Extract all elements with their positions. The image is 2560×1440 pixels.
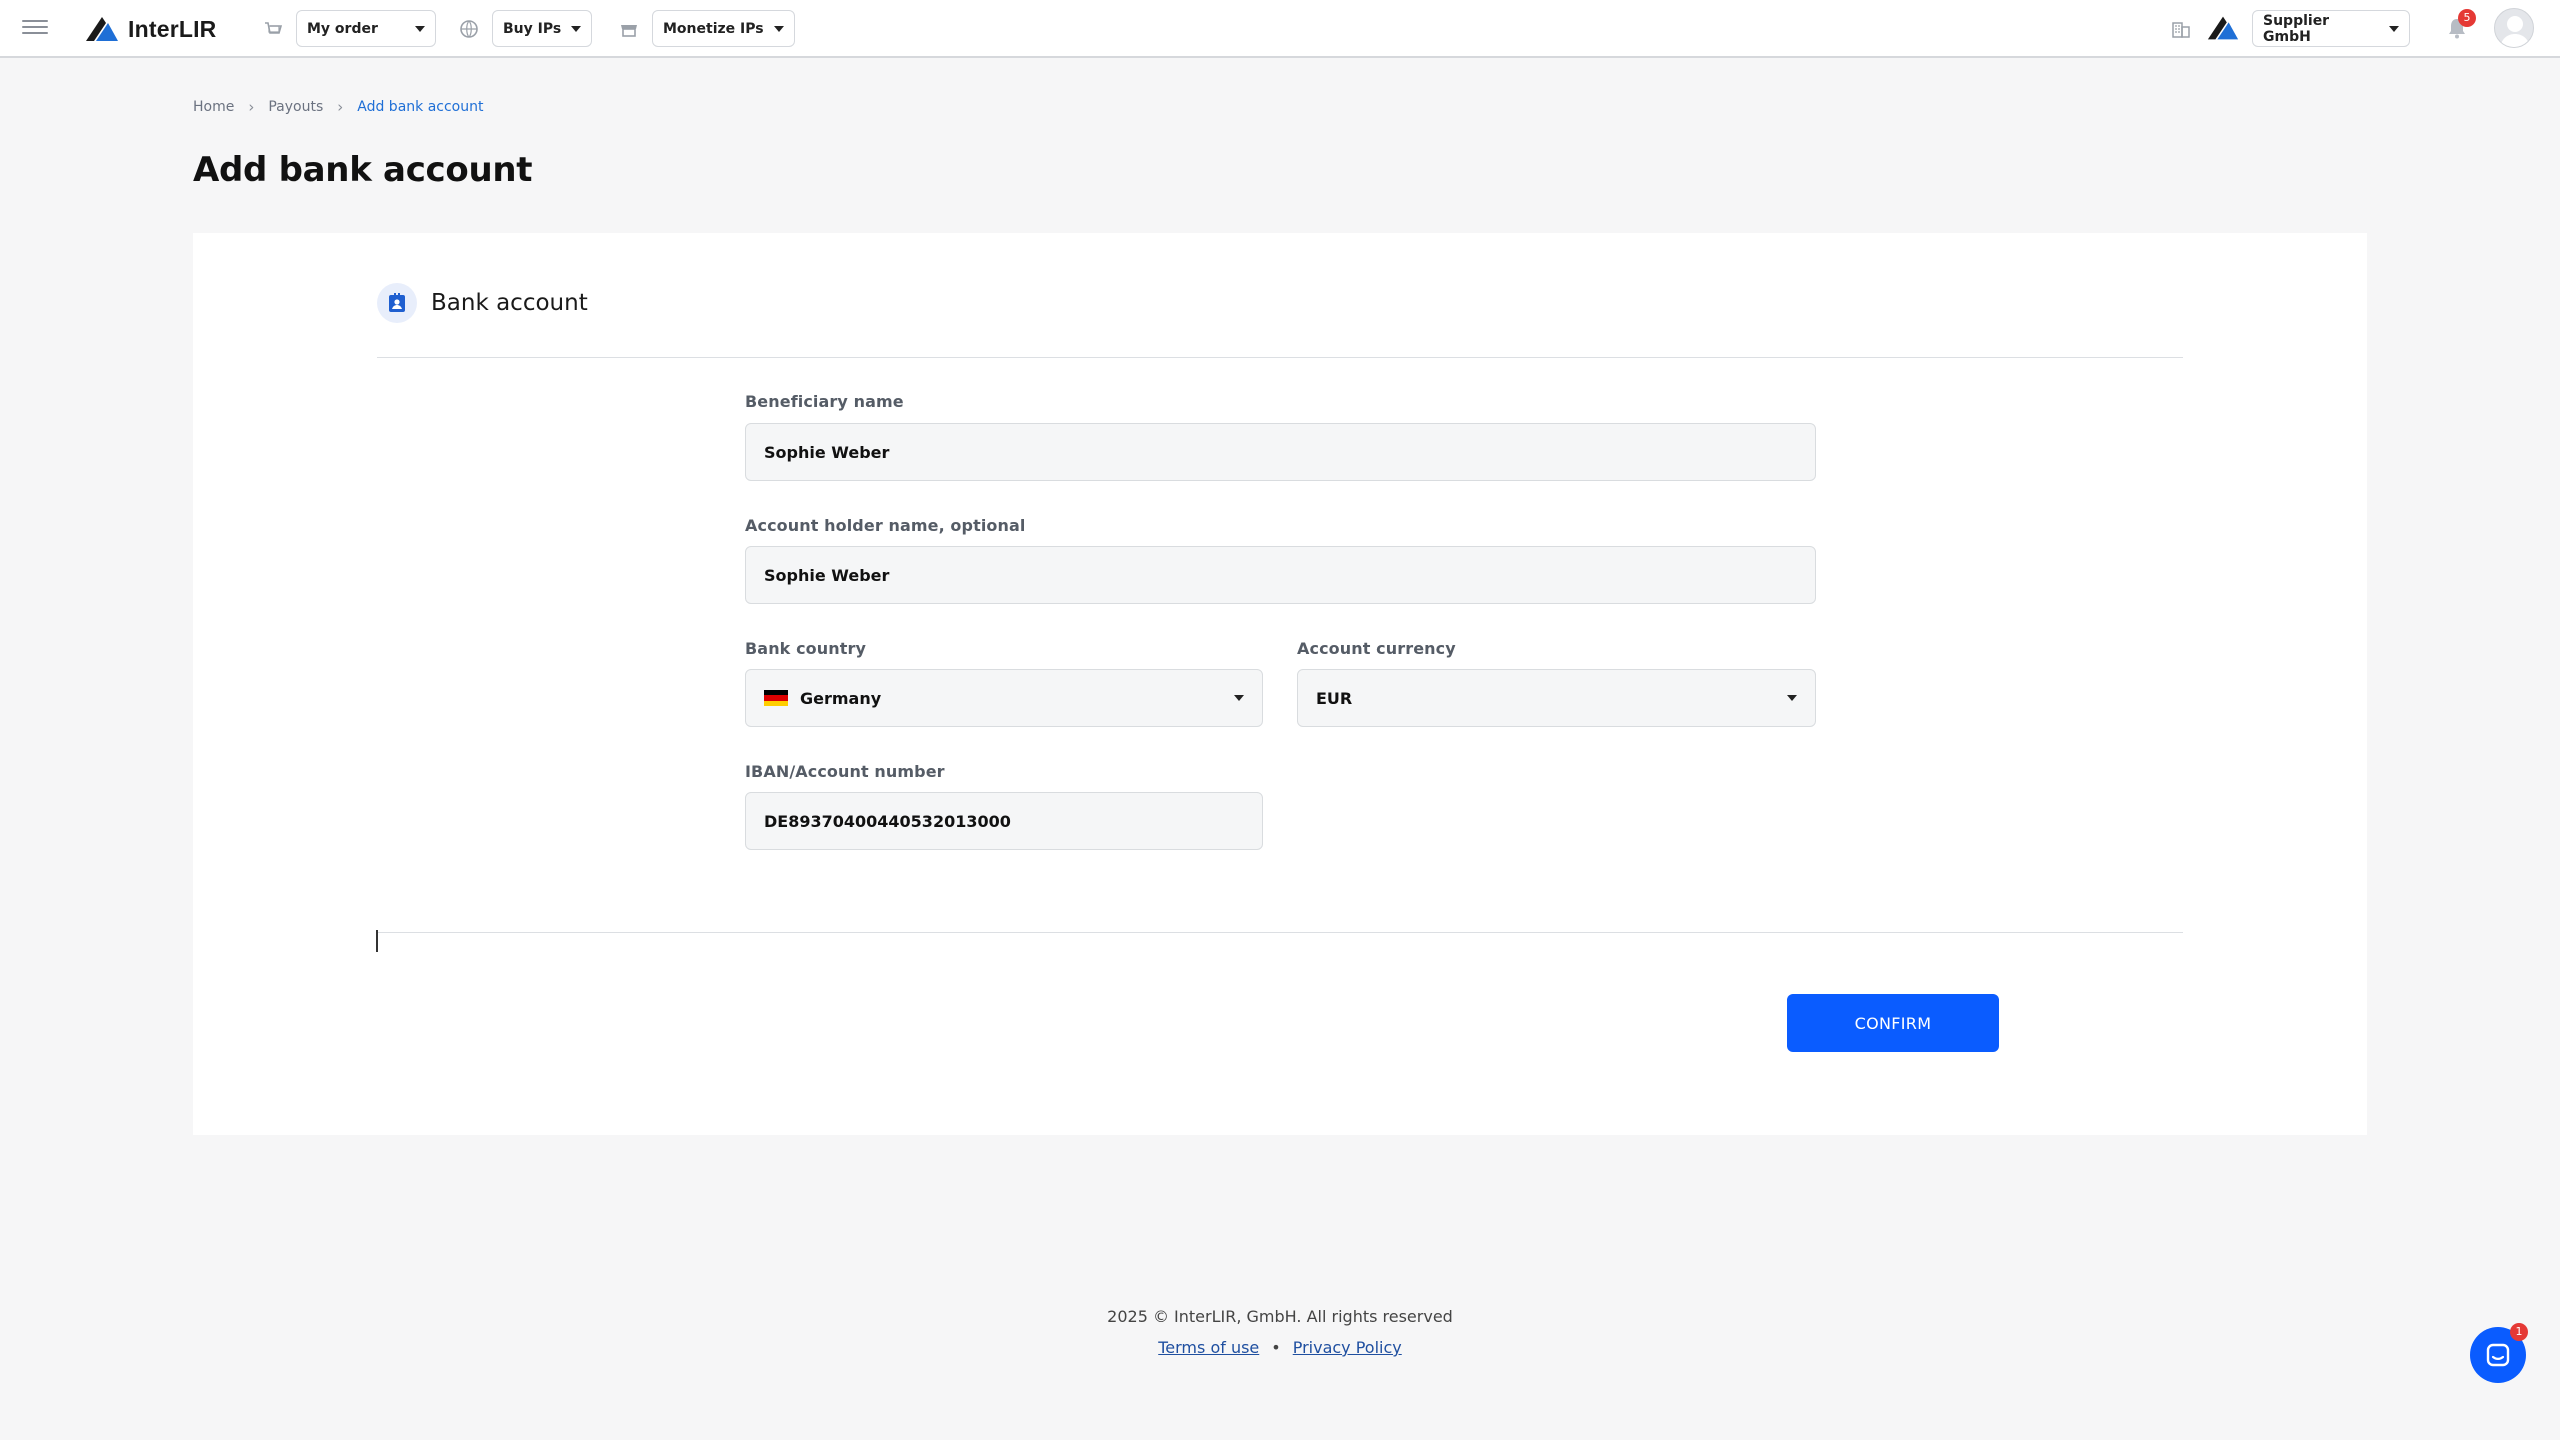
- chevron-down-icon: [1234, 695, 1244, 701]
- chevron-down-icon: [415, 25, 425, 32]
- buy-ips-label: Buy IPs: [503, 20, 562, 37]
- my-order-dropdown[interactable]: My order: [296, 10, 436, 47]
- bank-country-label: Bank country: [745, 639, 867, 658]
- iban-value: DE89370400440532013000: [764, 811, 1011, 831]
- company-logo-icon: [2206, 14, 2240, 46]
- copyright-text: 2025 © InterLIR, GmbH. All rights reserv…: [1107, 1307, 1453, 1326]
- chat-badge: 1: [2510, 1323, 2528, 1341]
- divider: [377, 932, 2183, 933]
- monetize-ips-label: Monetize IPs: [663, 20, 764, 37]
- bank-account-card: Bank account Beneficiary name Sophie Web…: [193, 233, 2367, 1135]
- chevron-down-icon: [1787, 695, 1797, 701]
- breadcrumb-payouts[interactable]: Payouts: [268, 99, 323, 115]
- cart-icon: [262, 18, 284, 40]
- iban-label: IBAN/Account number: [745, 762, 945, 781]
- germany-flag-icon: [764, 690, 788, 706]
- text-cursor: [376, 930, 378, 952]
- breadcrumb: Home › Payouts › Add bank account: [193, 98, 483, 116]
- terms-link[interactable]: Terms of use: [1158, 1338, 1259, 1357]
- section-header: Bank account: [377, 283, 588, 323]
- account-holder-label: Account holder name, optional: [745, 516, 1026, 535]
- account-currency-select[interactable]: EUR: [1297, 669, 1816, 727]
- beneficiary-input[interactable]: Sophie Weber: [745, 423, 1816, 481]
- page-title: Add bank account: [193, 150, 533, 190]
- company-name: Supplier GmbH: [2263, 12, 2330, 45]
- company-dropdown[interactable]: Supplier GmbH: [2252, 10, 2410, 47]
- account-currency-label: Account currency: [1297, 639, 1456, 658]
- contact-card-icon: [377, 283, 417, 323]
- user-icon: [2500, 16, 2530, 47]
- divider: [377, 357, 2183, 358]
- globe-icon: [458, 18, 480, 40]
- building-icon: [2170, 18, 2192, 40]
- menu-icon[interactable]: [22, 16, 48, 42]
- brand-logo[interactable]: InterLIR: [84, 12, 217, 46]
- avatar[interactable]: [2494, 8, 2534, 48]
- footer: 2025 © InterLIR, GmbH. All rights reserv…: [0, 1307, 2560, 1357]
- breadcrumb-current: Add bank account: [357, 99, 484, 115]
- notifications-button[interactable]: 5: [2447, 9, 2476, 43]
- chevron-right-icon: ›: [337, 98, 344, 116]
- footer-links: Terms of use • Privacy Policy: [0, 1338, 2560, 1357]
- account-holder-value: Sophie Weber: [764, 565, 890, 585]
- account-currency-value: EUR: [1316, 688, 1353, 708]
- account-holder-input[interactable]: Sophie Weber: [745, 546, 1816, 604]
- buy-ips-dropdown[interactable]: Buy IPs: [492, 10, 593, 47]
- monetize-ips-dropdown[interactable]: Monetize IPs: [652, 10, 795, 47]
- privacy-link[interactable]: Privacy Policy: [1293, 1338, 1402, 1357]
- section-title: Bank account: [431, 290, 588, 316]
- chevron-down-icon: [773, 25, 784, 32]
- confirm-button[interactable]: CONFIRM: [1787, 994, 1999, 1052]
- brand-name: InterLIR: [128, 15, 217, 42]
- top-bar: InterLIR My order Buy IPs Monetize IPs S…: [0, 0, 2560, 58]
- store-icon: [618, 18, 640, 40]
- chevron-right-icon: ›: [248, 98, 255, 116]
- my-order-label: My order: [307, 20, 378, 37]
- breadcrumb-home[interactable]: Home: [193, 99, 234, 115]
- chat-button[interactable]: 1: [2470, 1323, 2528, 1383]
- notifications-badge: 5: [2458, 9, 2476, 27]
- iban-input[interactable]: DE89370400440532013000: [745, 792, 1263, 850]
- beneficiary-label: Beneficiary name: [745, 392, 904, 411]
- footer-separator: •: [1271, 1338, 1281, 1357]
- bank-country-value: Germany: [800, 688, 882, 708]
- chevron-down-icon: [571, 25, 582, 32]
- chat-icon: [2486, 1343, 2510, 1367]
- beneficiary-value: Sophie Weber: [764, 442, 890, 462]
- brand-mark-icon: [86, 17, 118, 41]
- bank-country-select[interactable]: Germany: [745, 669, 1263, 727]
- chevron-down-icon: [2389, 25, 2399, 32]
